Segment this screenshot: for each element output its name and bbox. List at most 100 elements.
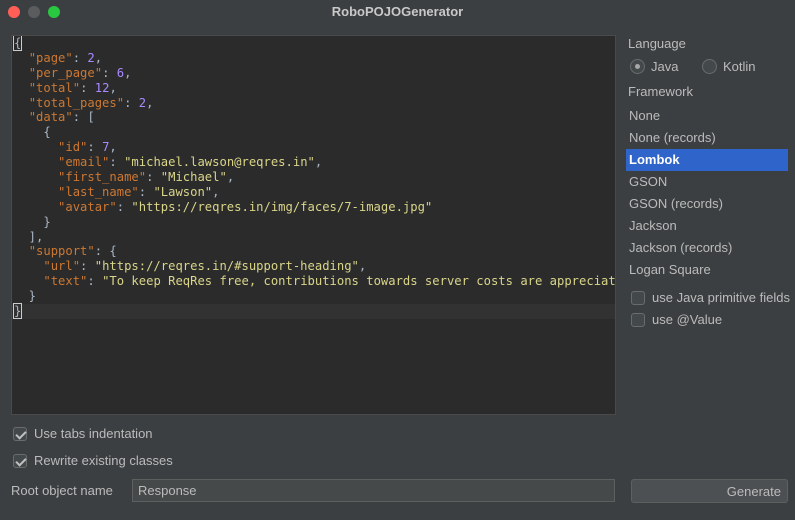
framework-item[interactable]: Jackson (records) (626, 237, 788, 259)
code-token: , (358, 259, 367, 274)
code-token: ], (14, 229, 44, 244)
code-line[interactable]: ], (12, 230, 615, 245)
code-token: "https://reqres.in/img/faces/7-image.jpg… (131, 199, 433, 214)
use-primitive-checkbox[interactable] (631, 290, 645, 305)
code-token: , (124, 65, 132, 80)
code-token: "text" (43, 274, 88, 289)
radio-kotlin[interactable]: Kotlin (702, 59, 756, 74)
framework-item[interactable]: Logan Square (626, 259, 788, 281)
code-token: , (226, 170, 235, 185)
code-line[interactable]: "email": "michael.lawson@reqres.in", (12, 155, 615, 170)
framework-item[interactable]: GSON (records) (626, 193, 788, 215)
window-title: RoboPOJOGenerator (331, 4, 464, 19)
generate-button[interactable]: Generate (631, 479, 788, 503)
framework-item[interactable]: Lombok (626, 149, 788, 171)
code-line[interactable]: } (12, 215, 615, 230)
code-line[interactable]: "last_name": "Lawson", (12, 185, 615, 200)
code-token: , (94, 50, 103, 65)
code-token: : (80, 80, 95, 95)
code-token: } (14, 289, 37, 304)
code-line[interactable]: "id": 7, (12, 140, 615, 155)
title-bar: RoboPOJOGenerator (0, 0, 795, 26)
code-line[interactable]: } (12, 303, 615, 320)
use-value-checkbox[interactable] (631, 312, 645, 327)
code-token: "support" (28, 244, 95, 259)
code-token: 2 (138, 95, 147, 110)
code-token: "per_page" (28, 65, 103, 80)
code-line[interactable]: { (12, 36, 615, 51)
framework-item[interactable]: None (626, 105, 788, 127)
use-primitive-option[interactable]: use Java primitive fields (631, 290, 792, 305)
code-line[interactable]: "data": [ (12, 110, 615, 125)
language-label: Language (628, 36, 686, 51)
code-token: , (109, 140, 117, 155)
code-token: "To keep ReqRes free, contributions towa… (102, 274, 616, 289)
code-token: , (212, 184, 220, 199)
code-token: : (124, 95, 139, 110)
code-token: "total" (28, 80, 81, 95)
code-line[interactable]: "avatar": "https://reqres.in/img/faces/7… (12, 200, 615, 215)
code-line[interactable]: "first_name": "Michael", (12, 170, 615, 185)
code-token: : (102, 65, 117, 80)
framework-item[interactable]: GSON (626, 171, 788, 193)
radio-button-java[interactable] (630, 59, 645, 74)
code-token: "michael.lawson@reqres.in" (124, 155, 315, 170)
rewrite-classes-label: Rewrite existing classes (34, 453, 173, 468)
root-object-label: Root object name (11, 483, 113, 498)
json-code[interactable]: { "page": 2, "per_page": 6, "total": 12,… (12, 36, 615, 320)
framework-item[interactable]: None (records) (626, 127, 788, 149)
root-object-input[interactable] (132, 479, 615, 502)
use-value-option[interactable]: use @Value (631, 312, 722, 327)
code-line[interactable]: "text": "To keep ReqRes free, contributi… (12, 274, 615, 289)
code-token: , (314, 155, 323, 170)
code-line[interactable]: "per_page": 6, (12, 66, 615, 81)
code-token: "total_pages" (28, 95, 125, 110)
code-line[interactable]: "support": { (12, 244, 615, 259)
code-token: : [ (72, 110, 95, 125)
code-line[interactable]: "url": "https://reqres.in/#support-headi… (12, 259, 615, 274)
code-token: "Michael" (160, 170, 227, 185)
use-primitive-label: use Java primitive fields (652, 290, 790, 305)
code-token: "data" (28, 110, 73, 125)
code-token: : (138, 184, 154, 199)
code-line[interactable]: "total": 12, (12, 81, 615, 96)
radio-button-kotlin[interactable] (702, 59, 717, 74)
framework-list[interactable]: None None (records) Lombok GSON GSON (record… (626, 105, 788, 281)
code-token: : (146, 170, 161, 185)
code-line[interactable]: "total_pages": 2, (12, 96, 615, 111)
rewrite-classes-option[interactable]: Rewrite existing classes (13, 453, 173, 468)
code-token: , (109, 80, 117, 95)
radio-java-label: Java (651, 59, 679, 74)
tabs-indentation-checkbox[interactable] (13, 426, 27, 441)
code-token: } (12, 303, 23, 320)
code-line[interactable]: { (12, 125, 615, 140)
code-token: : (72, 50, 88, 65)
code-line[interactable]: } (12, 289, 615, 304)
code-token: : (109, 155, 125, 170)
code-token: "first_name" (58, 170, 147, 185)
radio-java[interactable]: Java (630, 59, 678, 74)
code-token: 12 (94, 80, 110, 95)
rewrite-classes-checkbox[interactable] (13, 453, 27, 468)
code-line[interactable]: "page": 2, (12, 51, 615, 66)
tabs-indentation-option[interactable]: Use tabs indentation (13, 426, 153, 441)
code-token: { (12, 36, 23, 51)
framework-label: Framework (628, 84, 694, 99)
code-token: { (14, 125, 51, 140)
json-editor[interactable]: { "page": 2, "per_page": 6, "total": 12,… (11, 35, 616, 415)
use-value-label: use @Value (652, 312, 723, 327)
code-token: : (116, 199, 132, 214)
code-token: "email" (58, 155, 110, 170)
framework-item[interactable]: Jackson (626, 215, 788, 237)
